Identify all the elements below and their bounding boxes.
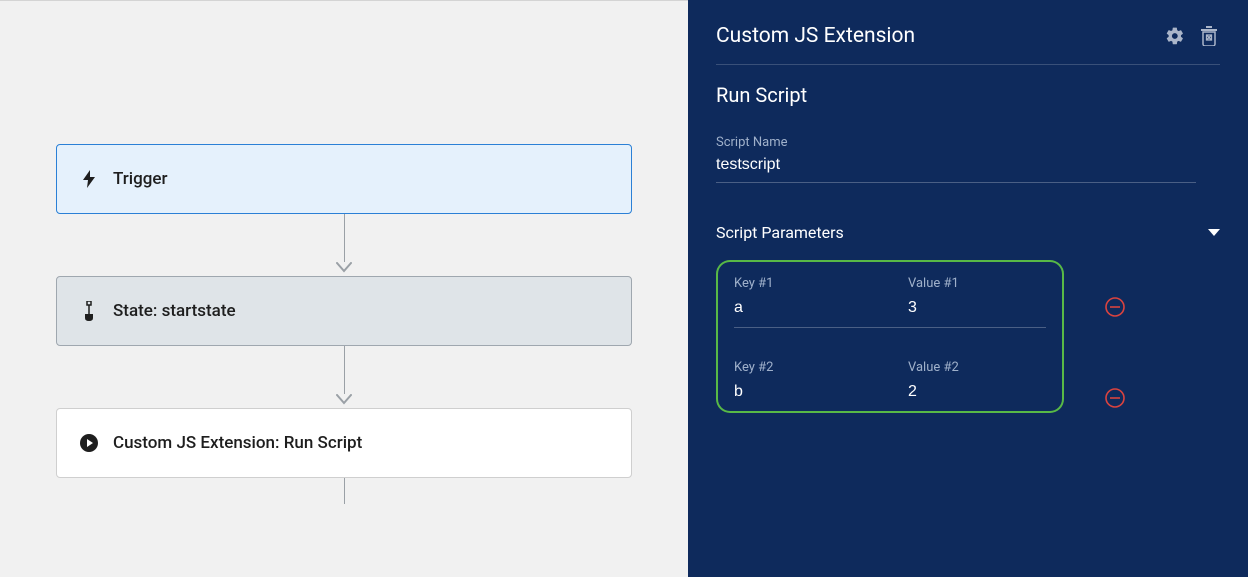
parameters-highlight-box: Key #2 Value #2 [716,354,1064,413]
script-name-label: Script Name [716,135,1220,150]
remove-parameter-button[interactable] [1104,296,1126,318]
properties-panel: Custom JS Extension Run Script Script Na… [688,0,1248,577]
connector [56,214,632,276]
trash-icon [1200,26,1218,46]
settings-button[interactable] [1164,25,1186,47]
parameter-row: Key #2 Value #2 [734,360,1046,401]
lightning-icon [79,169,99,189]
script-name-input[interactable] [716,150,1196,183]
minus-circle-icon [1105,297,1125,317]
minus-circle-icon [1105,388,1125,408]
play-circle-icon [79,433,99,453]
action-node[interactable]: Custom JS Extension: Run Script [56,408,632,478]
param-key-input[interactable] [734,383,872,401]
param-value-input[interactable] [908,299,1046,317]
script-parameters-label: Script Parameters [716,223,844,242]
param-key-label: Key #2 [734,360,872,375]
state-label: State: startstate [113,301,236,321]
parameter-row: Key #1 Value #1 [734,276,1046,317]
connector [56,478,632,504]
parameters-highlight-box: Key #1 Value #1 [716,260,1064,354]
arrow-down-icon [336,394,352,408]
state-node[interactable]: State: startstate [56,276,632,346]
param-value-input[interactable] [908,383,1046,401]
flow-canvas[interactable]: Trigger State: startstate Custom JS Ex [0,0,688,577]
param-key-input[interactable] [734,299,872,317]
divider [734,327,1046,328]
shovel-icon [79,301,99,321]
script-parameters-toggle[interactable]: Script Parameters [716,223,1220,242]
param-value-label: Value #1 [908,276,1046,291]
gear-icon [1165,26,1185,46]
trigger-label: Trigger [113,169,168,189]
delete-button[interactable] [1198,25,1220,47]
panel-subtitle: Run Script [716,65,1220,135]
action-label: Custom JS Extension: Run Script [113,433,362,453]
param-key-label: Key #1 [734,276,872,291]
remove-parameter-button[interactable] [1104,387,1126,409]
param-value-label: Value #2 [908,360,1046,375]
trigger-node[interactable]: Trigger [56,144,632,214]
caret-down-icon [1208,229,1220,237]
connector [56,346,632,408]
panel-title: Custom JS Extension [716,24,1152,48]
arrow-down-icon [336,262,352,276]
